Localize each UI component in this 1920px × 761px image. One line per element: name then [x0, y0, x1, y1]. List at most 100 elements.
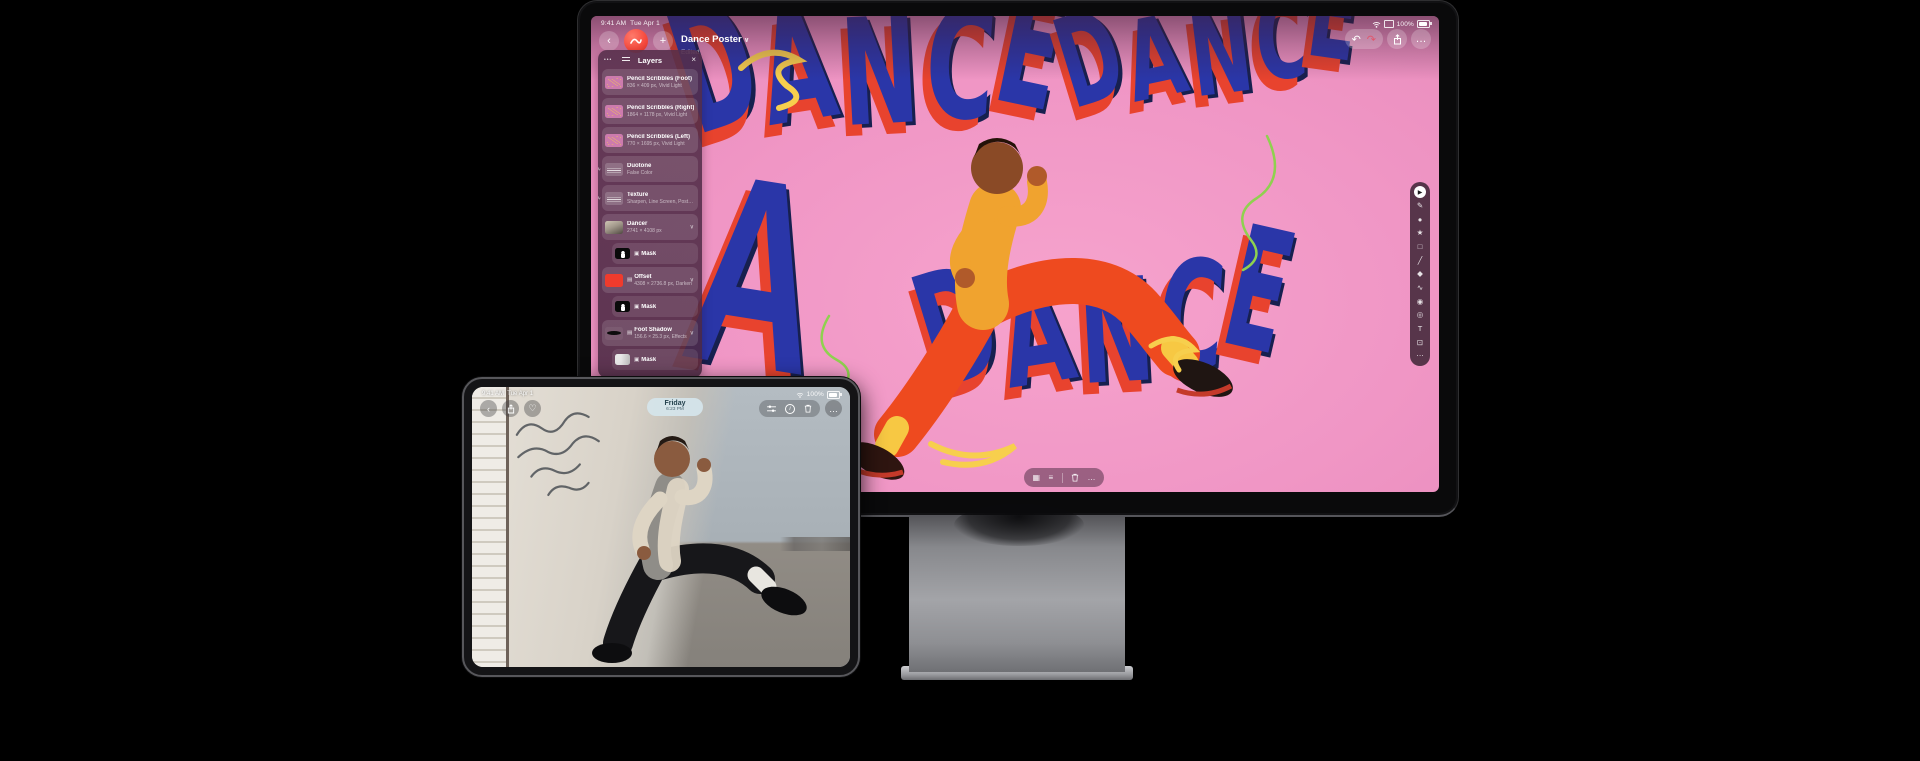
mask-layer-row[interactable]: ▣ Mask [612, 349, 698, 370]
back-button[interactable]: ‹ [599, 31, 619, 51]
wifi-icon [796, 392, 804, 398]
star-shape-tool[interactable]: ★ [1414, 227, 1426, 239]
layer-row[interactable]: Pencil Scribbles (Foot)836 × 409 px, Viv… [602, 69, 698, 95]
layer-thumbnail [605, 76, 623, 89]
display-stand-hinge [954, 504, 1084, 546]
battery-icon [827, 391, 840, 399]
photo-dancer [532, 415, 832, 665]
group-badge-icon: ▤ [627, 330, 632, 336]
mask-thumbnail [615, 248, 630, 259]
battery-icon [1417, 20, 1430, 28]
type-tool[interactable]: T [1414, 323, 1426, 335]
undo-redo-group: ↶ ↷ [1345, 29, 1383, 49]
layer-thumbnail [605, 221, 623, 234]
wifi-icon [1372, 21, 1381, 28]
more-tools-button[interactable]: ⋯ [1414, 350, 1426, 362]
delete-button[interactable] [804, 404, 812, 413]
expand-chevron-icon[interactable]: ∨ [690, 277, 694, 284]
dancer-illustration [847, 116, 1247, 486]
eyedropper-tool[interactable]: ◎ [1414, 309, 1426, 321]
layer-thumbnail [605, 163, 623, 176]
layer-thumbnail [605, 134, 623, 147]
arrange-tool[interactable]: ▶ [1414, 186, 1426, 198]
photo-controls-left: ‹ ♡ [480, 400, 541, 417]
delete-button[interactable] [1071, 473, 1079, 482]
clone-tool[interactable]: ◉ [1414, 295, 1426, 307]
app-toolbar: ‹ + Dance Poster∨ Edited ↶ ↷ [591, 29, 1439, 55]
crop-tool[interactable]: ⊡ [1414, 336, 1426, 348]
toolbar-actions: ↶ ↷ … [1345, 29, 1431, 49]
more-button[interactable]: … [1411, 29, 1431, 49]
layer-thumbnail [605, 105, 623, 118]
layers-panel-header: ••• Layers × [602, 54, 698, 67]
screen-mirroring-icon [1384, 20, 1394, 28]
layers-panel: ••• Layers × Pencil Scribbles (Foot)836 … [598, 50, 702, 378]
add-button[interactable]: + [653, 31, 673, 51]
adjust-button[interactable] [767, 405, 776, 413]
effect-badge-icon: ∿ [598, 166, 601, 173]
layer-thumbnail [605, 327, 623, 340]
ipad-clock: 9:41 AM [482, 391, 504, 397]
ipad-screen: 9:41 AM Tue Apr 1 100% ‹ [472, 387, 850, 667]
mask-badge-icon: ▣ [634, 357, 639, 363]
favorite-button[interactable]: ♡ [524, 400, 541, 417]
erase-tool[interactable]: ◆ [1414, 268, 1426, 280]
tool-strip: ▶ ✎ ● ★ □ ╱ ◆ ∿ ◉ ◎ T ⊡ ⋯ [1410, 182, 1430, 366]
mask-layer-row[interactable]: ▣ Mask [612, 243, 698, 264]
paint-tool[interactable]: ✎ [1414, 200, 1426, 212]
draw-tool[interactable]: ╱ [1414, 254, 1426, 266]
layer-row[interactable]: ∿ TextureSharpen, Line Screen, Post… [602, 185, 698, 211]
mask-badge-icon: ▣ [634, 251, 639, 257]
photo-date-label: Friday [647, 400, 703, 407]
photo-tools-group: i [759, 400, 820, 417]
display-status-right: 100% [1372, 20, 1430, 28]
display-battery-percent: 100% [1397, 21, 1414, 28]
redo-button[interactable]: ↷ [1367, 33, 1376, 46]
effect-badge-icon: ∿ [598, 195, 601, 202]
info-button[interactable]: i [785, 404, 795, 414]
color-fill-tool[interactable]: ● [1414, 213, 1426, 225]
duplicate-button[interactable]: ▦ [1032, 474, 1040, 482]
layer-row[interactable]: ▤ Offset4308 × 2736.8 px, Darken ∨ [602, 267, 698, 293]
layer-row[interactable]: Dancer2741 × 4108 px ∨ [602, 214, 698, 240]
expand-chevron-icon[interactable]: ∨ [690, 224, 694, 231]
layer-actions-bar: ▦ ≡ … [1024, 468, 1104, 487]
ipad: 9:41 AM Tue Apr 1 100% ‹ [462, 377, 860, 677]
layer-row[interactable]: ▤ Foot Shadow156.6 × 25.3 px, Effects ∨ [602, 320, 698, 346]
mask-thumbnail [615, 301, 630, 312]
layer-thumbnail [605, 192, 623, 205]
layer-thumbnail [605, 274, 623, 287]
display-status-left: 9:41 AM Tue Apr 1 [601, 20, 660, 27]
ipad-status-left: 9:41 AM Tue Apr 1 [482, 391, 533, 397]
title-chevron-icon: ∨ [744, 37, 750, 44]
scene: A DANCE DANCE DANCE [0, 0, 1920, 761]
mask-layer-row[interactable]: ▣ Mask [612, 296, 698, 317]
group-badge-icon: ▤ [627, 277, 632, 283]
more-button[interactable]: … [825, 400, 842, 417]
photo-date-badge: Friday 6:23 PM [647, 398, 703, 416]
photo-controls-right: i … [759, 400, 842, 417]
expand-chevron-icon[interactable]: ∨ [690, 330, 694, 337]
divider [1062, 473, 1063, 483]
layer-row[interactable]: ∿ DuotoneFalse Color [602, 156, 698, 182]
retouch-tool[interactable]: ∿ [1414, 282, 1426, 294]
layer-row[interactable]: Pencil Scribbles (Right)1864 × 1178 px, … [602, 98, 698, 124]
share-button[interactable] [1387, 29, 1407, 49]
share-button[interactable] [502, 400, 519, 417]
photo-view[interactable] [472, 387, 850, 667]
ipad-status-right: 100% [796, 391, 840, 399]
format-button[interactable]: ≡ [1048, 474, 1053, 482]
shape-tool[interactable]: □ [1414, 241, 1426, 253]
close-panel-button[interactable]: × [691, 55, 696, 64]
mask-badge-icon: ▣ [634, 304, 639, 310]
document-title: Dance Poster∨ [681, 34, 749, 45]
display-clock: 9:41 AM [601, 20, 626, 27]
back-button[interactable]: ‹ [480, 400, 497, 417]
ipad-date: Tue Apr 1 [507, 391, 533, 397]
layer-row[interactable]: Pencil Scribbles (Left)770 × 1695 px, Vi… [602, 127, 698, 153]
display-date: Tue Apr 1 [630, 20, 660, 27]
more-actions-button[interactable]: … [1088, 474, 1096, 482]
layers-panel-title: Layers [602, 56, 698, 65]
ipad-battery-percent: 100% [807, 391, 824, 398]
undo-button[interactable]: ↶ [1352, 33, 1361, 46]
